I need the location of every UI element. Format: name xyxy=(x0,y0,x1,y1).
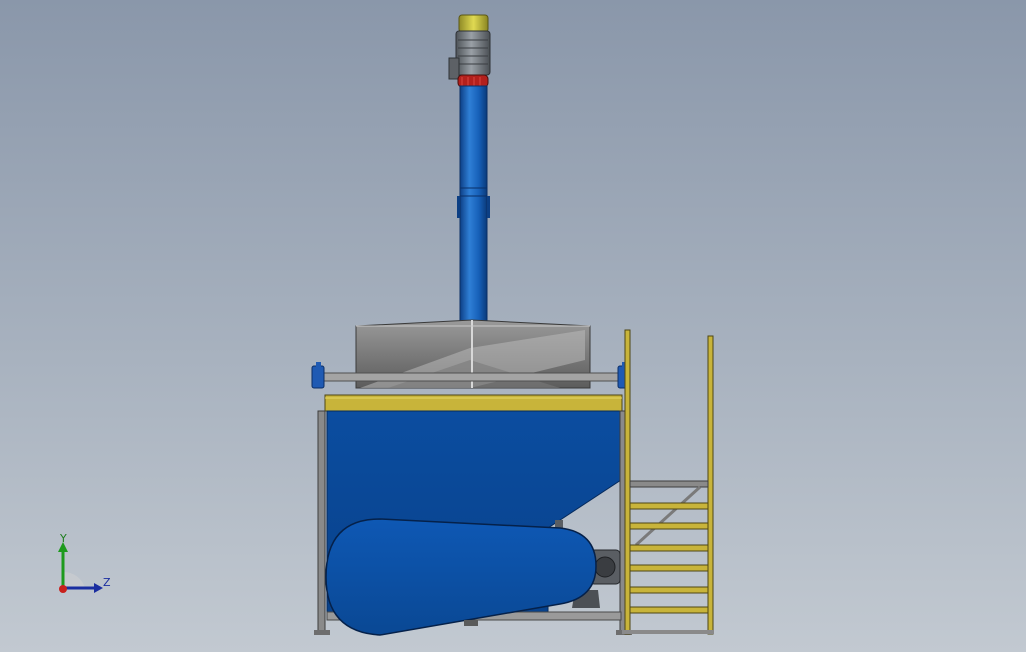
stair-step-1 xyxy=(629,502,709,510)
stair-step-4 xyxy=(629,564,709,572)
access-stairs[interactable] xyxy=(622,329,714,635)
hopper-top[interactable] xyxy=(311,319,631,389)
left-bearing xyxy=(311,365,325,389)
stair-post-left xyxy=(624,329,631,635)
motor-end-cap xyxy=(458,14,489,33)
horizontal-shaft xyxy=(317,372,625,382)
frame-top-rail xyxy=(324,394,623,412)
z-axis-label: Z xyxy=(103,576,111,589)
stair-step-6 xyxy=(629,606,709,614)
y-axis-label: Y xyxy=(60,532,67,545)
motor-terminal-box xyxy=(448,57,460,80)
cad-model-scene[interactable] xyxy=(0,0,1026,652)
stair-step-2 xyxy=(629,522,709,530)
coordinate-triad xyxy=(58,542,103,593)
screw-tube xyxy=(459,85,488,327)
x-axis-origin xyxy=(59,585,67,593)
stair-step-5 xyxy=(629,586,709,594)
stair-step-3 xyxy=(629,544,709,552)
motor-body xyxy=(455,30,491,76)
screw-conveyor[interactable] xyxy=(448,14,491,327)
frame-leg-left xyxy=(317,410,326,634)
stair-post-right xyxy=(707,335,714,635)
cad-viewport[interactable]: Y Z xyxy=(0,0,1026,652)
